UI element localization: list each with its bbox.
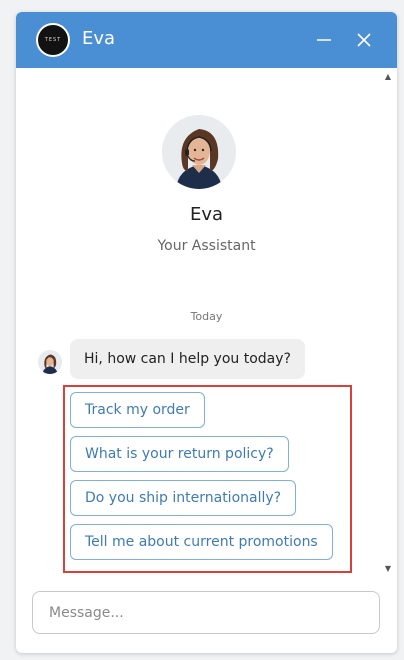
minus-icon xyxy=(317,39,331,41)
quick-reply-promotions[interactable]: Tell me about current promotions xyxy=(70,524,333,560)
message-avatar xyxy=(38,350,62,374)
logo-text: TEST xyxy=(44,37,62,43)
minimize-button[interactable] xyxy=(312,28,336,52)
quick-reply-ship-internationally[interactable]: Do you ship internationally? xyxy=(70,480,297,516)
scroll-up-arrow[interactable]: ▲ xyxy=(385,72,391,81)
chat-widget: TEST Eva ▲ Eva Your Assistant Today Hi, … xyxy=(16,12,397,653)
bot-message: Hi, how can I help you today? xyxy=(70,339,305,379)
close-button[interactable] xyxy=(352,28,376,52)
assistant-role: Your Assistant xyxy=(157,238,256,254)
assistant-name: Eva xyxy=(189,204,224,225)
chat-header: TEST Eva xyxy=(16,12,397,68)
chat-title: Eva xyxy=(82,28,116,49)
quick-reply-return-policy[interactable]: What is your return policy? xyxy=(70,436,289,472)
message-composer xyxy=(32,591,380,634)
brand-logo: TEST xyxy=(36,23,70,57)
close-icon xyxy=(357,33,371,47)
scroll-down-arrow[interactable]: ▼ xyxy=(385,564,391,573)
message-input[interactable] xyxy=(49,602,349,624)
quick-reply-track-order[interactable]: Track my order xyxy=(70,392,205,428)
date-separator: Today xyxy=(190,310,223,323)
assistant-avatar xyxy=(162,115,236,189)
